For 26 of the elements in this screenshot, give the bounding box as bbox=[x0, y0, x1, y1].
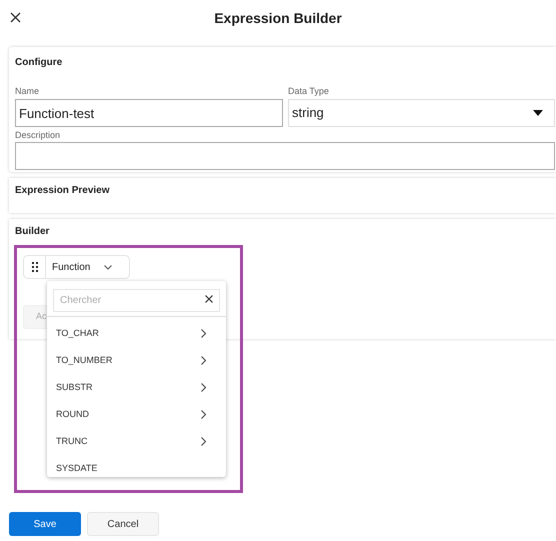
close-icon[interactable] bbox=[10, 12, 21, 23]
drag-handle-icon[interactable] bbox=[32, 262, 38, 272]
function-value: Function bbox=[52, 260, 90, 274]
field-label: Description bbox=[15, 129, 62, 141]
chevron-down-icon bbox=[104, 264, 112, 270]
save-button[interactable]: Save bbox=[9, 512, 81, 536]
function-chip[interactable]: Function bbox=[23, 255, 130, 279]
function-menu-item[interactable]: SYSDATE bbox=[47, 455, 226, 482]
dialog-title: Expression Builder bbox=[214, 8, 342, 28]
section-heading: Builder bbox=[15, 225, 50, 239]
function-menu-item[interactable]: TO_NUMBER bbox=[47, 347, 226, 374]
function-menu-item[interactable]: SUBSTR bbox=[47, 374, 226, 401]
section-heading: Expression Preview bbox=[15, 184, 110, 198]
data-type-select[interactable]: string bbox=[288, 99, 555, 127]
description-input[interactable] bbox=[15, 142, 555, 170]
clear-search-icon[interactable] bbox=[205, 295, 213, 303]
function-menu-item[interactable]: TO_CHAR bbox=[47, 320, 226, 347]
field-label: Name bbox=[15, 85, 40, 97]
cancel-button[interactable]: Cancel bbox=[87, 512, 159, 536]
name-input[interactable]: Function-test bbox=[15, 99, 283, 127]
function-menu-item[interactable]: ROUND bbox=[47, 401, 226, 428]
search-field[interactable]: Chercher bbox=[53, 289, 220, 312]
field-label: Data Type bbox=[288, 85, 330, 97]
section-heading: Configure bbox=[15, 56, 64, 70]
dropdown-triangle-icon bbox=[533, 110, 543, 116]
function-menu-item[interactable]: TRUNC bbox=[47, 428, 226, 455]
